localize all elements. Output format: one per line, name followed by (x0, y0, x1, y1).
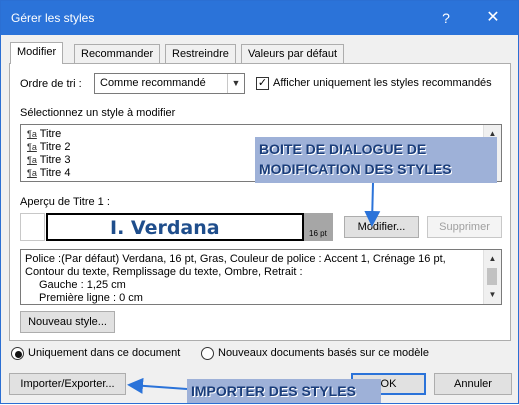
annotation-arrows (127, 182, 381, 394)
arrow-to-import (127, 377, 188, 394)
manage-styles-dialog: Gérer les styles ? ✕ Modifier Recommande… (0, 0, 519, 404)
arrow-to-modify (364, 182, 381, 227)
